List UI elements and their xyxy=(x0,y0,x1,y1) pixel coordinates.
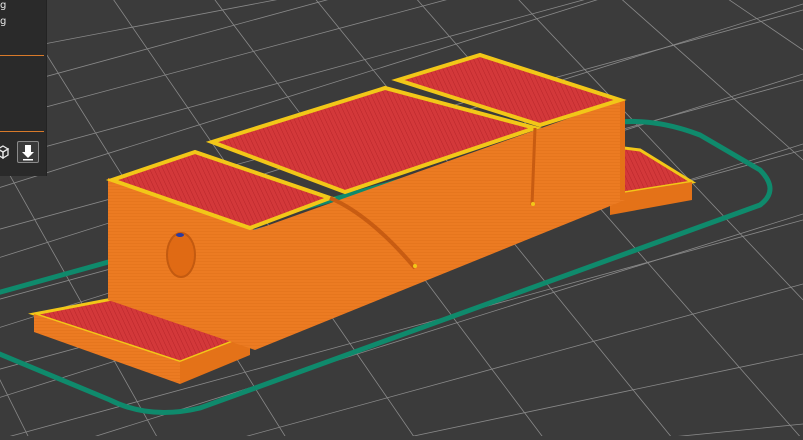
divider xyxy=(0,131,44,132)
slice-info-panel: g g xyxy=(0,0,47,176)
hole xyxy=(166,232,196,278)
print-preview-canvas[interactable] xyxy=(0,0,803,440)
divider xyxy=(0,55,44,56)
stat-line-2: g xyxy=(0,16,7,27)
3d-preview-viewport[interactable] xyxy=(0,0,803,440)
stat-line-1: g xyxy=(0,0,7,11)
cube-view-icon[interactable] xyxy=(0,142,16,162)
export-gcode-icon[interactable] xyxy=(17,141,39,163)
